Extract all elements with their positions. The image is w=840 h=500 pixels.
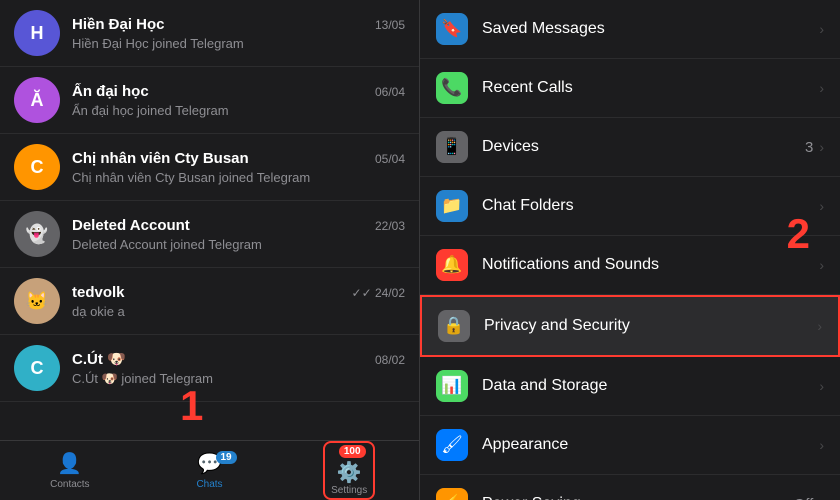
right-panel: 🔖 Saved Messages › 📞 Recent Calls › 📱 Devices3 ›… bbox=[420, 0, 840, 500]
settings-list: 🔖 Saved Messages › 📞 Recent Calls › 📱 Devices3 ›… bbox=[420, 0, 840, 500]
settings-item-chat-folders[interactable]: 📁 Chat Folders › bbox=[420, 177, 840, 236]
settings-item-label-privacy: Privacy and Security bbox=[484, 317, 811, 335]
chat-item-deleted-account[interactable]: 👻 Deleted Account 22/03 Deleted Account joi… bbox=[0, 201, 419, 268]
chat-date: 13/05 bbox=[375, 18, 405, 32]
chevron-icon: › bbox=[819, 139, 824, 155]
settings-item-label-chat-folders: Chat Folders bbox=[482, 197, 813, 215]
chat-info: tedvolk ✓✓ 24/02 dạ okie a bbox=[72, 284, 405, 319]
tab-settings[interactable]: 100 ⚙️Settings bbox=[279, 441, 419, 500]
settings-item-label-notifications: Notifications and Sounds bbox=[482, 256, 813, 274]
settings-item-value-devices: 3 bbox=[805, 139, 813, 156]
settings-item-power-saving[interactable]: ⚡ Power SavingOff › bbox=[420, 475, 840, 500]
chevron-icon: › bbox=[819, 198, 824, 214]
tab-chats[interactable]: 19💬Chats bbox=[140, 451, 280, 490]
chat-item-tedvolk[interactable]: 🐱 tedvolk ✓✓ 24/02 dạ okie a bbox=[0, 268, 419, 335]
chat-preview: Deleted Account joined Telegram bbox=[72, 237, 405, 252]
settings-item-label-data-storage: Data and Storage bbox=[482, 377, 813, 395]
chat-date: 05/04 bbox=[375, 152, 405, 166]
avatar: C bbox=[14, 144, 60, 190]
chat-item-an-dai-hoc[interactable]: Ă Ẩn đại học 06/04 Ẩn đại học joined Telegr… bbox=[0, 67, 419, 134]
chat-preview: Hiền Đại Học joined Telegram bbox=[72, 36, 405, 51]
avatar: H bbox=[14, 10, 60, 56]
settings-tab-box: 100 ⚙️Settings bbox=[323, 441, 375, 500]
left-panel: H Hiền Đại Học 13/05 Hiền Đại Học joined Te… bbox=[0, 0, 420, 500]
chat-folders-icon: 📁 bbox=[436, 190, 468, 222]
avatar: C bbox=[14, 345, 60, 391]
settings-item-recent-calls[interactable]: 📞 Recent Calls › bbox=[420, 59, 840, 118]
tab-contacts[interactable]: 👤 Contacts bbox=[0, 451, 140, 490]
chat-info: Chị nhân viên Cty Busan 05/04 Chị nhân viê… bbox=[72, 150, 405, 185]
settings-item-label-recent-calls: Recent Calls bbox=[482, 79, 813, 97]
chat-name: Deleted Account bbox=[72, 217, 190, 234]
chat-date: 22/03 bbox=[375, 219, 405, 233]
avatar: 👻 bbox=[14, 211, 60, 257]
settings-item-label-devices: Devices bbox=[482, 138, 805, 156]
chat-item-chi-nhan-vien[interactable]: CChị nhân viên Cty Busan05/04Chị nhân vi… bbox=[0, 134, 419, 201]
avatar: 🐱 bbox=[14, 278, 60, 324]
chat-name: Hiền Đại Học bbox=[72, 16, 165, 33]
chat-preview: Ẩn đại học joined Telegram bbox=[72, 103, 405, 118]
settings-item-notifications[interactable]: 🔔 Notifications and Sounds › bbox=[420, 236, 840, 295]
notifications-icon: 🔔 bbox=[436, 249, 468, 281]
recent-calls-icon: 📞 bbox=[436, 72, 468, 104]
chat-item-hien-dai-hoc[interactable]: H Hiền Đại Học 13/05 Hiền Đại Học joined Te… bbox=[0, 0, 419, 67]
avatar: Ă bbox=[14, 77, 60, 123]
chat-info: Deleted Account 22/03 Deleted Account join… bbox=[72, 217, 405, 252]
settings-item-value-power-saving: Off bbox=[794, 496, 814, 500]
chat-name: Chị nhân viên Cty Busan bbox=[72, 150, 249, 167]
label-1: 1 bbox=[180, 382, 203, 430]
chat-info: Hiền Đại Học 13/05 Hiền Đại Học joined Tel… bbox=[72, 16, 405, 51]
data-storage-icon: 📊 bbox=[436, 370, 468, 402]
label-2: 2 bbox=[787, 210, 810, 258]
tab-badge-settings: 100 bbox=[339, 445, 366, 458]
settings-item-label-appearance: Appearance bbox=[482, 436, 813, 454]
tab-badge-chats: 19 bbox=[216, 451, 237, 464]
settings-item-devices[interactable]: 📱 Devices3 › bbox=[420, 118, 840, 177]
appearance-icon: 🖌 bbox=[436, 429, 468, 461]
contacts-icon: 👤 bbox=[57, 451, 82, 476]
chevron-icon: › bbox=[819, 21, 824, 37]
tab-bar: 👤 Contacts 19💬Chats 100 ⚙️Settings bbox=[0, 440, 419, 500]
settings-item-label-saved-messages: Saved Messages bbox=[482, 20, 813, 38]
chat-preview: dạ okie a bbox=[72, 304, 405, 319]
privacy-icon: 🔒 bbox=[438, 310, 470, 342]
tab-label-chats: Chats bbox=[196, 479, 222, 490]
chevron-icon: › bbox=[817, 318, 822, 334]
chat-date: 08/02 bbox=[375, 353, 405, 367]
saved-messages-icon: 🔖 bbox=[436, 13, 468, 45]
chat-name: C.Út 🐶 bbox=[72, 350, 126, 368]
devices-icon: 📱 bbox=[436, 131, 468, 163]
power-saving-icon: ⚡ bbox=[436, 488, 468, 500]
chat-name: Ẩn đại học bbox=[72, 83, 149, 100]
chevron-icon: › bbox=[819, 437, 824, 453]
chat-info: C.Út 🐶 08/02 C.Út 🐶 joined Telegram bbox=[72, 350, 405, 387]
settings-icon: ⚙️ bbox=[337, 460, 362, 485]
chat-preview: C.Út 🐶 joined Telegram bbox=[72, 371, 405, 387]
settings-item-data-storage[interactable]: 📊 Data and Storage › bbox=[420, 357, 840, 416]
settings-item-privacy[interactable]: 🔒 Privacy and Security › bbox=[420, 295, 840, 357]
settings-item-saved-messages[interactable]: 🔖 Saved Messages › bbox=[420, 0, 840, 59]
chevron-icon: › bbox=[819, 257, 824, 273]
chevron-icon: › bbox=[819, 80, 824, 96]
chat-preview: Chị nhân viên Cty Busan joined Telegram bbox=[72, 170, 405, 185]
chat-name: tedvolk bbox=[72, 284, 125, 301]
chat-list: H Hiền Đại Học 13/05 Hiền Đại Học joined Te… bbox=[0, 0, 419, 440]
settings-item-appearance[interactable]: 🖌 Appearance › bbox=[420, 416, 840, 475]
chat-info: Ẩn đại học 06/04 Ẩn đại học joined Telegra… bbox=[72, 83, 405, 118]
chat-item-cut[interactable]: C C.Út 🐶 08/02 C.Út 🐶 joined Telegram bbox=[0, 335, 419, 402]
chat-date: ✓✓ 24/02 bbox=[352, 286, 405, 300]
chevron-icon: › bbox=[819, 378, 824, 394]
tab-label-settings: Settings bbox=[331, 485, 367, 496]
tab-label-contacts: Contacts bbox=[50, 479, 89, 490]
settings-item-label-power-saving: Power Saving bbox=[482, 495, 794, 500]
chevron-icon: › bbox=[819, 496, 824, 500]
chat-date: 06/04 bbox=[375, 85, 405, 99]
